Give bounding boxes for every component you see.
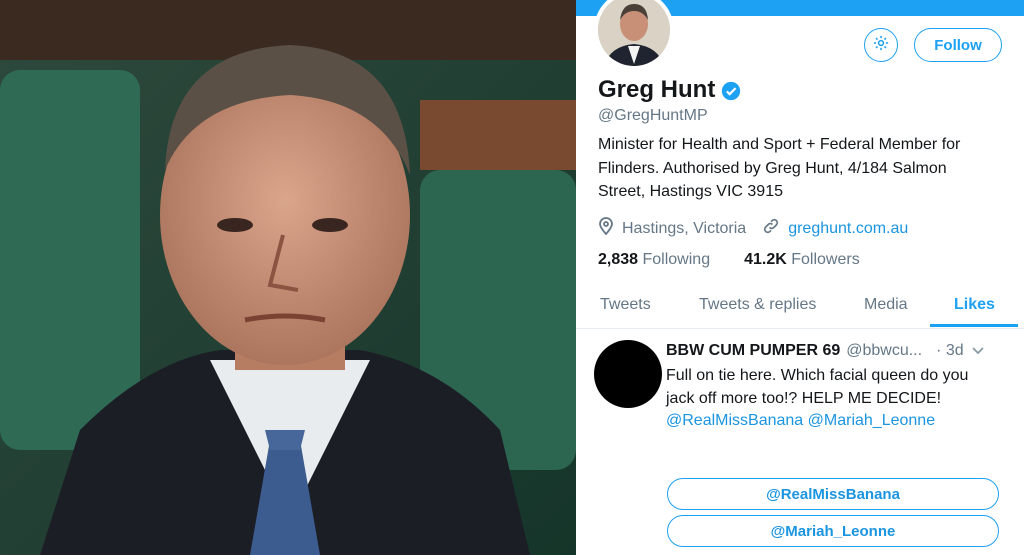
location-text: Hastings, Victoria bbox=[622, 219, 747, 237]
profile-photo bbox=[0, 0, 576, 555]
following-count: 2,838 bbox=[598, 251, 639, 268]
avatar-image bbox=[598, 0, 670, 66]
profile-tabs: Tweets Tweets & replies Media Likes bbox=[576, 286, 1024, 329]
tab-tweets[interactable]: Tweets bbox=[600, 296, 651, 314]
followers-count: 41.2K bbox=[744, 251, 787, 268]
link-icon bbox=[762, 217, 780, 240]
tweet-handle[interactable]: @bbwcu... bbox=[846, 342, 922, 360]
profile-handle: @GregHuntMP bbox=[598, 107, 708, 124]
website-link[interactable]: greghunt.com.au bbox=[788, 220, 908, 238]
follow-button[interactable]: Follow bbox=[914, 28, 1002, 62]
active-tab-indicator bbox=[930, 324, 1018, 327]
gear-icon bbox=[872, 34, 890, 57]
tweet-avatar[interactable] bbox=[594, 340, 662, 408]
tweet-header: BBW CUM PUMPER 69 @bbwcu... · 3d bbox=[666, 342, 1006, 360]
followers-stat[interactable]: 41.2K Followers bbox=[744, 251, 860, 269]
tab-likes[interactable]: Likes bbox=[954, 296, 995, 314]
profile-avatar[interactable] bbox=[594, 0, 674, 70]
twitter-profile-panel: Follow Greg Hunt @GregHuntMP Minister fo… bbox=[576, 0, 1024, 555]
location: Hastings, Victoria bbox=[598, 217, 746, 240]
profile-stats: 2,838 Following 41.2K Followers bbox=[598, 251, 860, 269]
location-pin-icon bbox=[598, 217, 614, 240]
tweet-body: Full on tie here. Which facial queen do … bbox=[666, 367, 969, 407]
display-name: Greg Hunt bbox=[598, 76, 716, 103]
poll-option-1[interactable]: @RealMissBanana bbox=[667, 478, 999, 510]
profile-meta: Hastings, Victoria greghunt.com.au bbox=[598, 217, 908, 240]
tab-tweets-replies[interactable]: Tweets & replies bbox=[699, 296, 816, 314]
chevron-down-icon[interactable] bbox=[972, 342, 984, 360]
tweet-mention-1[interactable]: @RealMissBanana bbox=[666, 412, 803, 429]
profile-bio: Minister for Health and Sport + Federal … bbox=[598, 136, 961, 200]
tweet-text: Full on tie here. Which facial queen do … bbox=[666, 365, 986, 433]
poll-option-2[interactable]: @Mariah_Leonne bbox=[667, 515, 999, 547]
tweet-author[interactable]: BBW CUM PUMPER 69 bbox=[666, 342, 840, 360]
following-stat[interactable]: 2,838 Following bbox=[598, 251, 710, 269]
followers-label: Followers bbox=[791, 251, 860, 268]
tweet-mention-2[interactable]: @Mariah_Leonne bbox=[808, 412, 935, 429]
following-label: Following bbox=[642, 251, 711, 268]
liked-tweet[interactable]: BBW CUM PUMPER 69 @bbwcu... · 3d Full on… bbox=[576, 330, 1024, 555]
tab-media[interactable]: Media bbox=[864, 296, 908, 314]
verified-badge-icon bbox=[721, 80, 741, 101]
tweet-time[interactable]: · 3d bbox=[936, 342, 964, 360]
profile-name: Greg Hunt bbox=[598, 76, 741, 104]
website[interactable]: greghunt.com.au bbox=[762, 217, 908, 240]
settings-button[interactable] bbox=[864, 28, 898, 62]
